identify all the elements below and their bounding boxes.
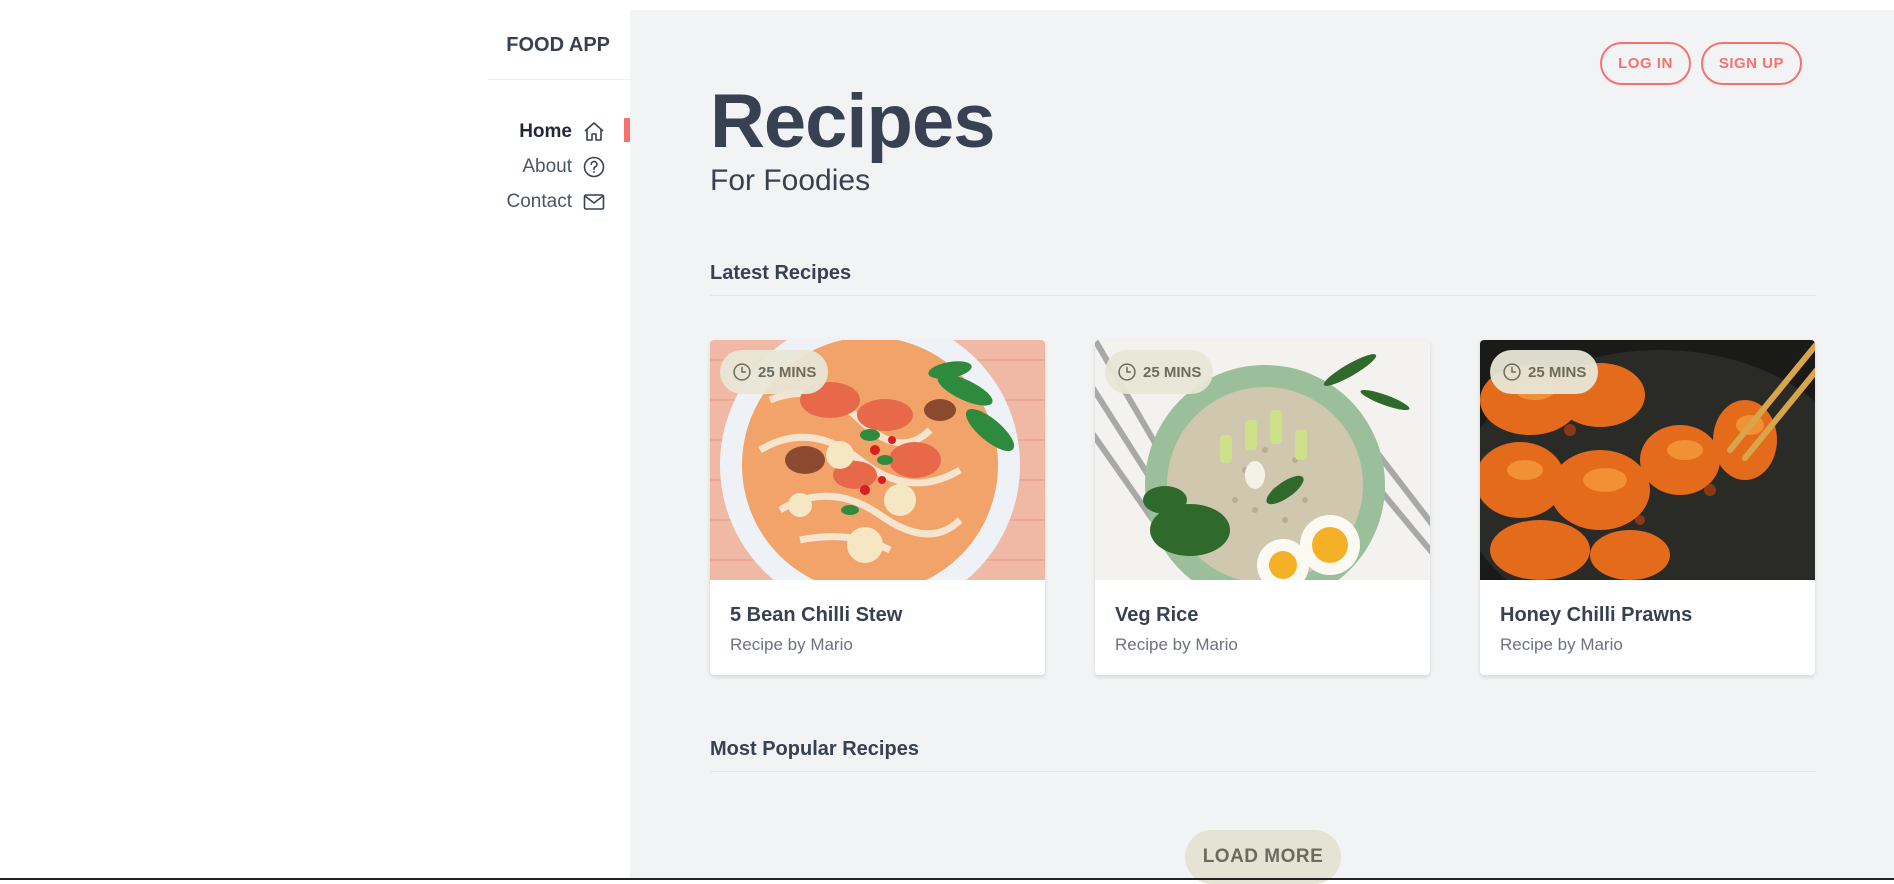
recipe-image-veg-rice: 25 MINS [1095, 340, 1430, 580]
cook-time-label: 25 MINS [758, 363, 817, 381]
cook-time-badge: 25 MINS [1490, 350, 1599, 394]
cook-time-label: 25 MINS [1143, 363, 1202, 381]
recipe-author: Recipe by Mario [730, 635, 853, 654]
cook-time-label: 25 MINS [1528, 363, 1587, 381]
most-popular-heading: Most Popular Recipes [710, 738, 1816, 772]
latest-recipes-heading: Latest Recipes [710, 262, 1816, 296]
recipe-card-body: Veg Rice Recipe by Mario [1095, 580, 1430, 675]
cook-time-badge: 25 MINS [1105, 350, 1214, 394]
sidebar-item-label: Home [519, 120, 572, 142]
recipe-card[interactable]: 25 MINS 5 Bean Chilli Stew Recipe by Mar… [710, 340, 1045, 675]
recipe-card-body: 5 Bean Chilli Stew Recipe by Mario [710, 580, 1045, 675]
home-icon [584, 121, 604, 141]
envelope-icon [583, 193, 605, 210]
sidebar-nav: Home About Contact [488, 114, 630, 219]
recipe-image-noodle-soup: 25 MINS [710, 340, 1045, 580]
clock-icon [1503, 363, 1521, 381]
page-title: Recipes [710, 79, 995, 164]
sidebar-item-contact[interactable]: Contact [488, 184, 630, 219]
clock-icon [1118, 363, 1136, 381]
brand-logo[interactable]: FOOD APP [488, 34, 630, 80]
sidebar: FOOD APP Home About Contact [0, 0, 630, 880]
recipe-card[interactable]: 25 MINS Veg Rice Recipe by Mario [1095, 340, 1430, 675]
sidebar-item-home[interactable]: Home [488, 114, 630, 149]
recipe-author: Recipe by Mario [1500, 635, 1623, 654]
auth-buttons: LOG IN SIGN UP [1600, 42, 1802, 85]
recipe-title: 5 Bean Chilli Stew [730, 604, 903, 626]
clock-icon [733, 363, 751, 381]
recipe-title: Honey Chilli Prawns [1500, 604, 1693, 626]
recipe-title: Veg Rice [1115, 604, 1199, 626]
signup-button[interactable]: SIGN UP [1700, 42, 1802, 85]
load-more-button[interactable]: LOAD MORE [1185, 830, 1341, 884]
sidebar-item-label: Contact [506, 190, 572, 212]
login-button[interactable]: LOG IN [1600, 42, 1691, 85]
recipe-image-prawns: 25 MINS [1480, 340, 1815, 580]
main-content: LOG IN SIGN UP Recipes For Foodies Lates… [630, 10, 1894, 884]
recipe-card-body: Honey Chilli Prawns Recipe by Mario [1480, 580, 1815, 675]
recipe-card[interactable]: 25 MINS Honey Chilli Prawns Recipe by Ma… [1480, 340, 1815, 675]
latest-recipes-list: 25 MINS 5 Bean Chilli Stew Recipe by Mar… [710, 340, 1816, 675]
brand-text: FOOD APP [506, 34, 610, 56]
sidebar-item-about[interactable]: About [488, 149, 630, 184]
sidebar-item-label: About [522, 155, 572, 177]
page-subtitle: For Foodies [710, 164, 871, 197]
cook-time-badge: 25 MINS [720, 350, 829, 394]
question-circle-icon [583, 156, 605, 177]
recipe-author: Recipe by Mario [1115, 635, 1238, 654]
